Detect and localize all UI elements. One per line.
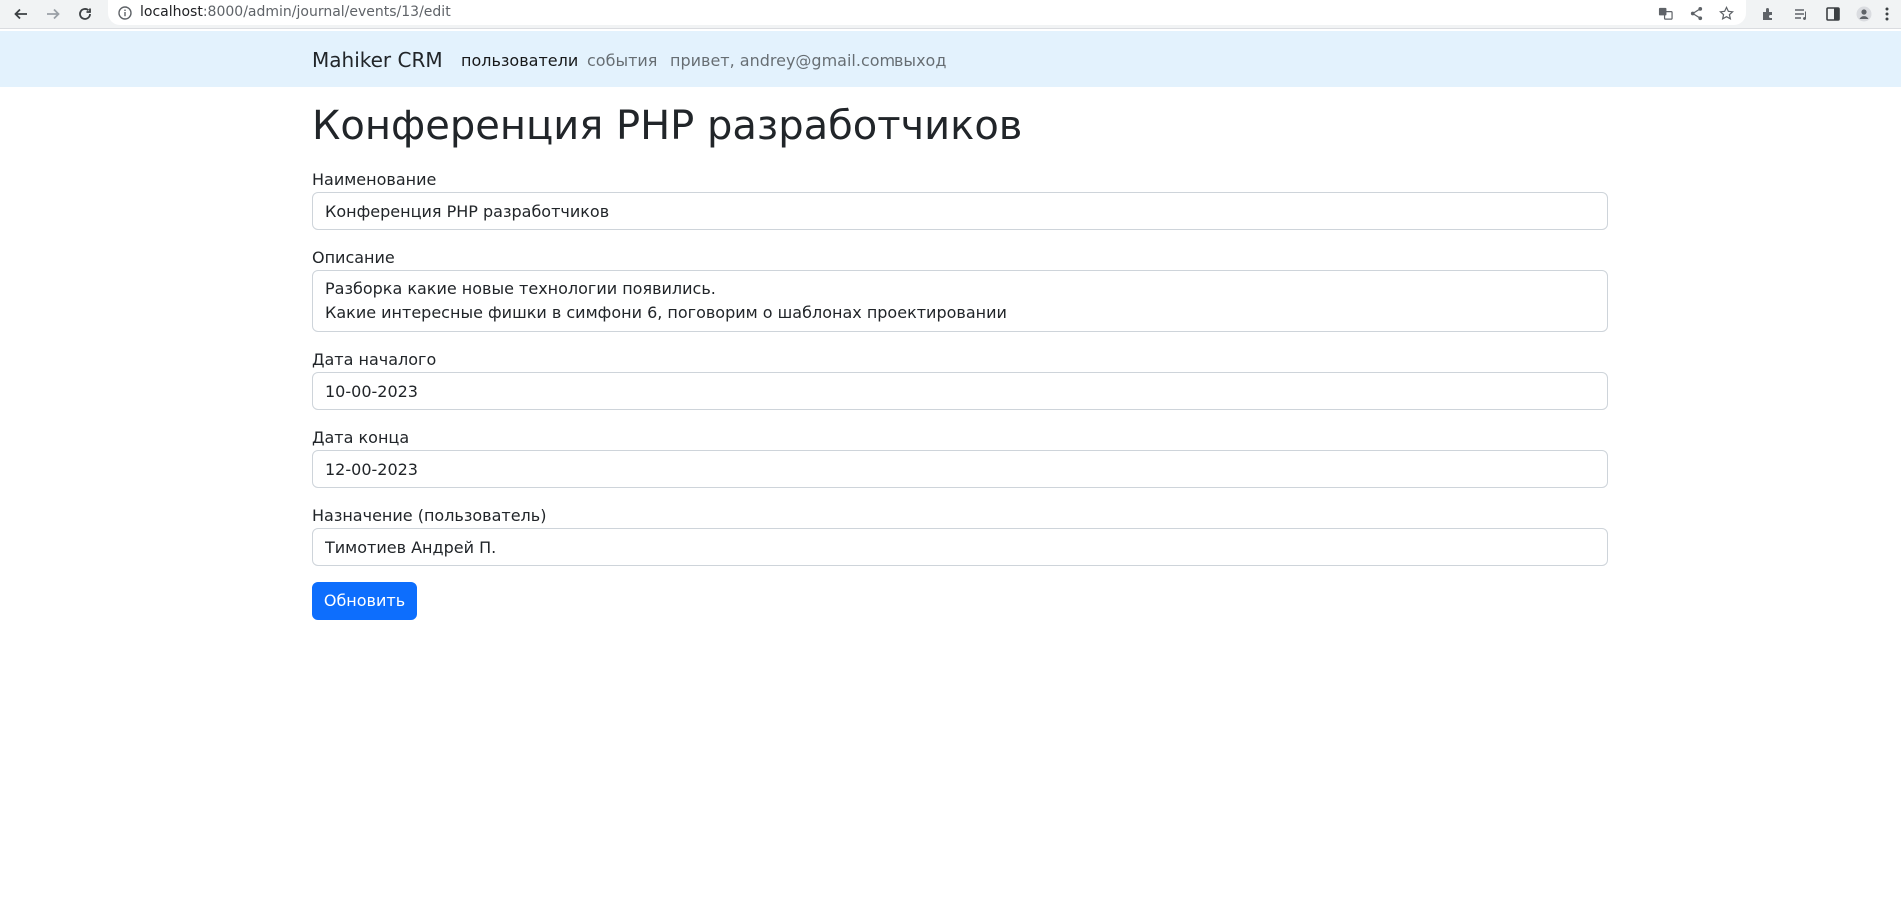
address-bar[interactable]: localhost:8000/admin/journal/events/13/e… — [108, 0, 1746, 25]
share-icon[interactable] — [1686, 3, 1706, 23]
browser-toolbar: localhost:8000/admin/journal/events/13/e… — [0, 0, 1901, 29]
reload-icon[interactable] — [74, 3, 96, 25]
nav-link-events[interactable]: события — [587, 51, 657, 70]
brand-link[interactable]: Mahiker CRM — [312, 48, 443, 72]
nav-link-users[interactable]: пользователи — [461, 51, 578, 70]
side-panel-icon[interactable] — [1822, 3, 1844, 25]
info-icon[interactable] — [118, 5, 132, 20]
assignee-label: Назначение (пользователь) — [312, 506, 547, 525]
page-title: Конференция PHP разработчиков — [312, 103, 1023, 149]
url-path: :8000/admin/journal/events/13/edit — [202, 4, 451, 20]
end-date-label: Дата конца — [312, 428, 410, 447]
menu-dots-icon[interactable] — [1880, 3, 1894, 25]
url-host: localhost — [140, 4, 203, 20]
name-label: Наименование — [312, 170, 437, 189]
start-date-label: Дата началого — [312, 350, 437, 369]
translate-icon[interactable] — [1655, 3, 1675, 23]
nav-link-greeting[interactable]: привет, andrey@gmail.com — [670, 51, 895, 70]
assignee-input[interactable] — [312, 528, 1608, 566]
name-input[interactable] — [312, 192, 1608, 230]
end-date-input[interactable] — [312, 450, 1608, 488]
top-navbar: Mahiker CRM пользователи события привет,… — [0, 31, 1901, 87]
extensions-icon[interactable] — [1757, 3, 1779, 25]
back-icon[interactable] — [10, 3, 32, 25]
bookmark-star-icon[interactable] — [1716, 3, 1736, 23]
forward-icon[interactable] — [42, 3, 64, 25]
nav-link-logout[interactable]: выход — [894, 51, 946, 70]
description-label: Описание — [312, 248, 395, 267]
start-date-input[interactable] — [312, 372, 1608, 410]
media-control-icon[interactable] — [1790, 3, 1812, 25]
url-text[interactable]: localhost:8000/admin/journal/events/13/e… — [140, 4, 451, 20]
update-button[interactable]: Обновить — [312, 582, 417, 620]
profile-avatar-icon[interactable] — [1853, 3, 1875, 25]
description-textarea[interactable]: Разборка какие новые технологии появилис… — [312, 270, 1608, 332]
